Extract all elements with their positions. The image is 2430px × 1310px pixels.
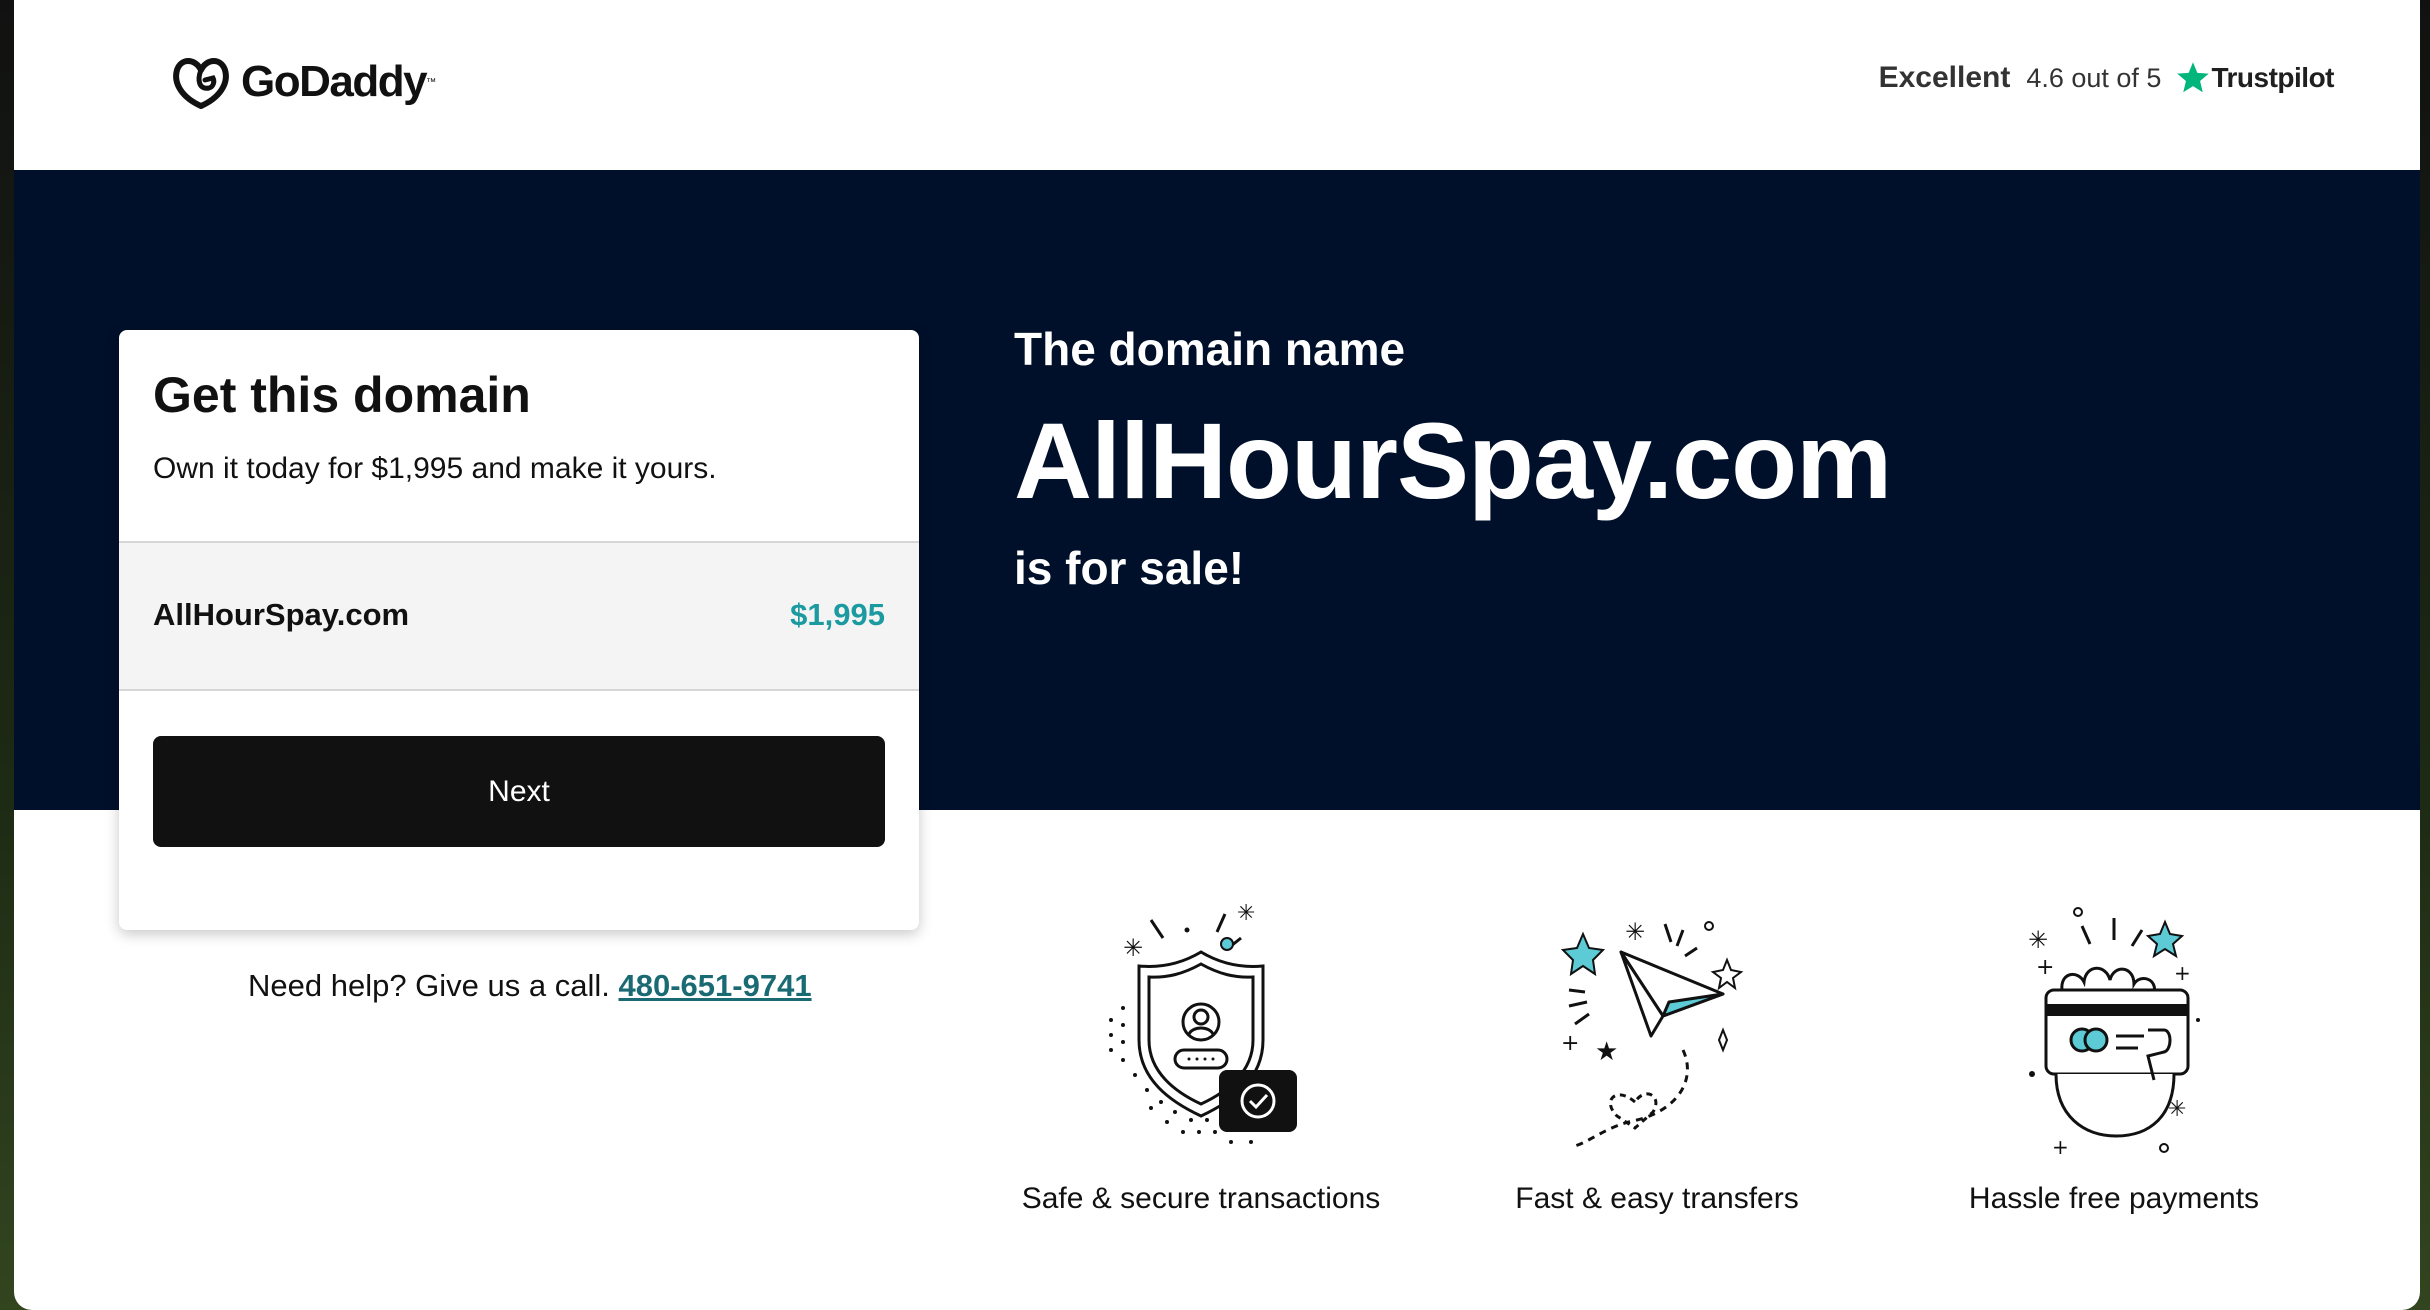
card-title: Get this domain	[153, 367, 531, 423]
row-price: $1,995	[790, 597, 885, 632]
svg-text:★: ★	[1595, 1037, 1618, 1067]
brand-name: GoDaddy	[241, 57, 428, 106]
svg-text:✳: ✳	[1625, 918, 1645, 946]
feature-label: Fast & easy transfers	[1515, 1182, 1799, 1215]
feature-label: Hassle free payments	[1968, 1182, 2260, 1215]
site-header: GoDaddy ™ Excellent 4.6 out of 5 Trustpi…	[14, 0, 2420, 170]
svg-text:✳: ✳	[2168, 1097, 2186, 1122]
trustpilot-star-icon	[2177, 62, 2210, 93]
feature-secure: ✳ ✳ Safe & secure transactions	[1011, 890, 1391, 1216]
feature-payments: ✳ ✳ + + + Hassle free payments	[1924, 890, 2304, 1216]
svg-text:+: +	[1561, 1031, 1579, 1056]
next-button[interactable]: Next	[153, 736, 885, 847]
hero-text: The domain name AllHourSpay.com is for s…	[1014, 322, 1892, 595]
card-subtitle: Own it today for $1,995 and make it your…	[153, 452, 717, 485]
paper-plane-icon: ✳ ★ +	[1560, 918, 1744, 1148]
browser-window: GoDaddy ™ Excellent 4.6 out of 5 Trustpi…	[14, 0, 2420, 1310]
hero-pre-text: The domain name	[1014, 323, 1406, 375]
trustpilot-wordmark: Trustpilot	[2211, 62, 2334, 93]
svg-text:+: +	[2052, 1135, 2069, 1159]
svg-text:+: +	[2174, 961, 2191, 985]
rating-label: Excellent	[1878, 61, 2011, 94]
card-payment-icon: ✳ ✳ + + +	[2028, 907, 2200, 1159]
trustpilot-rating[interactable]: Excellent 4.6 out of 5 Trustpilot	[1878, 60, 2335, 96]
godaddy-logo-icon	[173, 58, 229, 109]
svg-text:✳: ✳	[1123, 934, 1143, 962]
help-line: Need help? Give us a call. 480-651-9741	[248, 968, 812, 1004]
trademark: ™	[426, 76, 437, 88]
feature-label: Safe & secure transactions	[1021, 1182, 1381, 1215]
phone-link[interactable]: 480-651-9741	[619, 968, 812, 1003]
svg-text:✳: ✳	[1237, 901, 1255, 926]
row-domain-name: AllHourSpay.com	[153, 597, 410, 632]
feature-transfers: ✳ ★ + Fast & easy transfers	[1467, 890, 1847, 1216]
purchase-card: Get this domain Own it today for $1,995 …	[119, 330, 919, 930]
svg-text:✳: ✳	[2028, 926, 2048, 954]
rating-score: 4.6 out of 5	[2026, 62, 2162, 93]
domain-price-row: AllHourSpay.com $1,995	[119, 541, 919, 691]
hero-post-text: is for sale!	[1014, 542, 1245, 594]
svg-text:+: +	[2036, 955, 2054, 980]
hero-domain-name: AllHourSpay.com	[1014, 400, 1892, 521]
godaddy-logo[interactable]: GoDaddy ™	[169, 54, 436, 110]
help-text: Need help? Give us a call.	[248, 968, 610, 1003]
shield-icon: ✳ ✳	[1109, 901, 1297, 1144]
